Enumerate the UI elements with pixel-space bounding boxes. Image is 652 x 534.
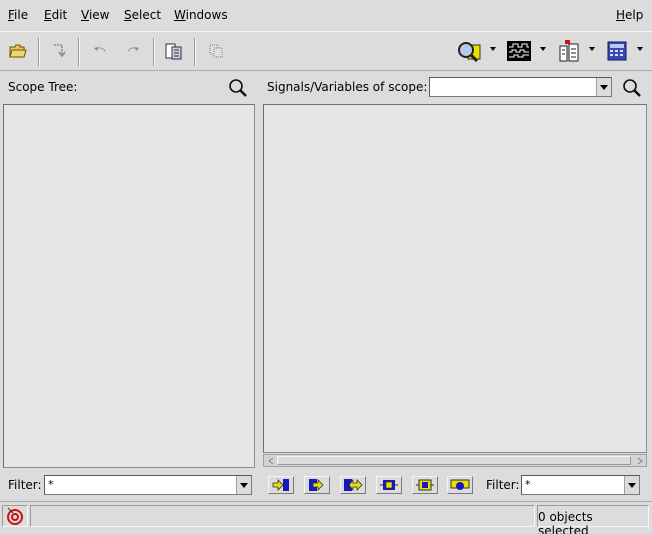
menu-view-mnemonic: V (81, 8, 89, 22)
menu-windows[interactable]: Windows (174, 7, 228, 23)
status-icon-cell[interactable] (2, 505, 28, 527)
menu-windows-mnemonic: W (174, 8, 186, 22)
inout-port-filter-button[interactable] (340, 476, 366, 494)
toolbar-separator (78, 38, 80, 66)
status-bar: 0 objects selected (0, 501, 652, 534)
scroll-thumb[interactable] (277, 456, 631, 465)
copy-icon (209, 44, 223, 58)
scope-combo[interactable] (429, 77, 612, 97)
menu-view-rest: iew (88, 8, 110, 22)
scope-combo-dropdown[interactable] (596, 78, 611, 96)
menu-edit-rest: dit (51, 8, 68, 22)
status-message-cell (30, 505, 535, 527)
find-icon (458, 42, 481, 62)
menu-file-rest: ile (14, 8, 29, 22)
menu-bar: File Edit View Select Windows Help (0, 0, 652, 30)
constant-filter-button[interactable] (412, 476, 438, 494)
toolbar-separator (194, 38, 196, 66)
selection-count-text: 0 objects selected (538, 510, 593, 534)
redo-icon (127, 47, 139, 52)
signals-filter-dropdown[interactable] (624, 476, 639, 494)
menu-windows-rest: indows (185, 8, 228, 22)
signals-label: Signals/Variables of scope: (267, 80, 428, 94)
search-icon (623, 79, 641, 97)
undo-icon (94, 47, 106, 52)
menu-help-rest: elp (625, 8, 644, 22)
waveform-button[interactable] (505, 39, 533, 63)
output-port-icon (309, 479, 324, 491)
arrow-left-icon (267, 457, 273, 464)
copy-columns-icon (165, 43, 182, 60)
internal-signal-filter-button[interactable] (376, 476, 402, 494)
scope-tree-panel[interactable] (3, 104, 255, 468)
menu-view[interactable]: View (81, 7, 109, 23)
scroll-left-button[interactable] (265, 456, 276, 465)
menu-select[interactable]: Select (124, 7, 161, 23)
toolbar (0, 31, 652, 71)
insert-button[interactable] (47, 39, 71, 63)
undo-button[interactable] (88, 39, 112, 63)
toolbar-separator (153, 38, 155, 66)
output-port-filter-button[interactable] (304, 476, 330, 494)
calculator-button[interactable] (604, 39, 630, 63)
waveform-icon (507, 41, 531, 61)
menu-edit[interactable]: Edit (44, 7, 67, 23)
signals-filter-value: * (525, 478, 531, 491)
signals-list-panel[interactable] (263, 104, 647, 453)
internal-signal-icon (380, 480, 398, 490)
variable-icon (450, 479, 470, 490)
calculator-dropdown-arrow[interactable] (637, 47, 643, 51)
scope-search-button[interactable] (228, 78, 248, 98)
search-icon (229, 79, 247, 97)
menu-help-mnemonic: H (616, 8, 626, 22)
scope-filter-combo[interactable]: * (44, 475, 252, 495)
toolbar-separator (38, 38, 40, 66)
scope-filter-label: Filter: (8, 478, 42, 492)
insert-icon (54, 44, 66, 58)
signals-filter-label: Filter: (486, 478, 520, 492)
chevron-down-icon (628, 482, 636, 488)
status-selection-cell: 0 objects selected (537, 505, 649, 534)
menu-select-mnemonic: S (124, 8, 132, 22)
scope-filter-value: * (48, 478, 54, 491)
schematic-button[interactable] (555, 39, 583, 63)
open-folder-icon (9, 44, 27, 58)
variable-filter-button[interactable] (447, 476, 473, 494)
find-button[interactable] (455, 39, 483, 63)
input-port-icon (272, 479, 289, 491)
target-icon (7, 507, 23, 525)
menu-help[interactable]: Help (616, 7, 643, 23)
chevron-down-icon (240, 482, 248, 488)
menu-select-rest: elect (131, 8, 162, 22)
scroll-right-button[interactable] (634, 456, 645, 465)
scope-tree-label: Scope Tree: (8, 80, 78, 94)
inout-port-icon (344, 478, 363, 492)
open-folder-button[interactable] (6, 39, 30, 63)
signals-search-button[interactable] (622, 78, 642, 98)
schematic-dropdown-arrow[interactable] (589, 47, 595, 51)
signals-hscrollbar[interactable] (263, 454, 647, 467)
calculator-icon (607, 41, 627, 61)
menu-edit-mnemonic: E (44, 8, 52, 22)
input-port-filter-button[interactable] (268, 476, 294, 494)
signals-filter-combo[interactable]: * (521, 475, 640, 495)
copy-columns-button[interactable] (162, 39, 186, 63)
menu-file[interactable]: File (8, 7, 28, 23)
redo-button[interactable] (121, 39, 145, 63)
chevron-down-icon (600, 84, 608, 90)
constant-icon (416, 479, 434, 491)
find-dropdown-arrow[interactable] (490, 47, 496, 51)
copy-button[interactable] (204, 39, 228, 63)
waveform-dropdown-arrow[interactable] (540, 47, 546, 51)
schematic-icon (559, 40, 579, 62)
scope-filter-dropdown[interactable] (236, 476, 251, 494)
arrow-right-icon (637, 457, 643, 464)
